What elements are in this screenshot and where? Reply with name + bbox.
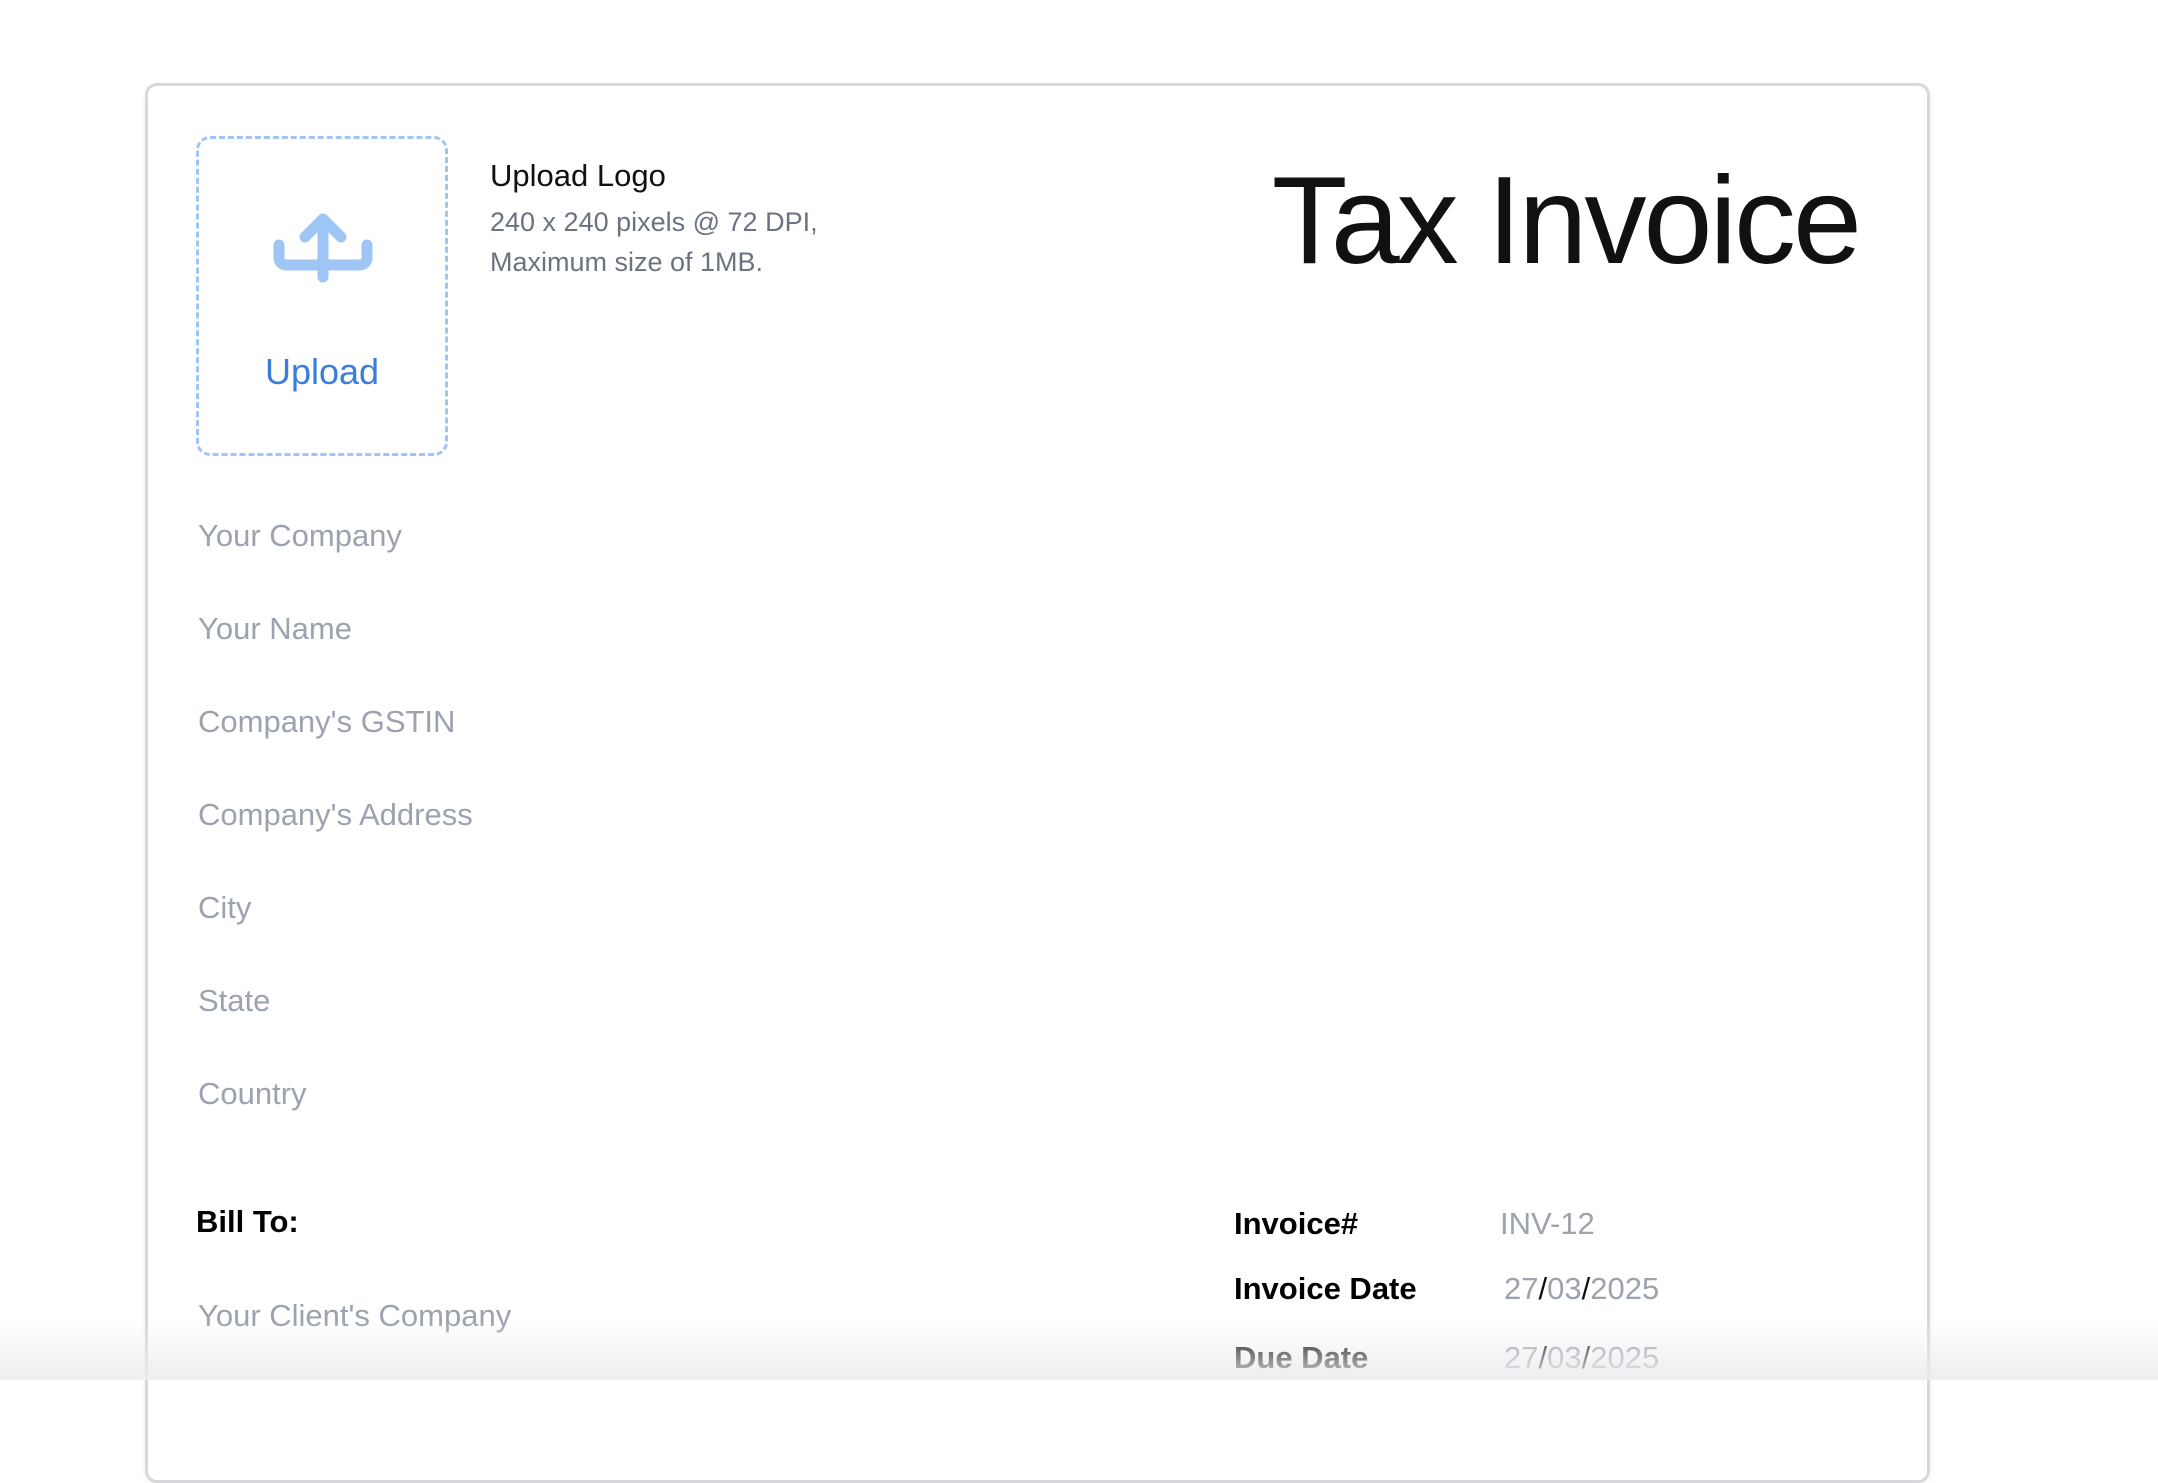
due-date-month[interactable]: 03 bbox=[1547, 1340, 1581, 1375]
upload-label: Upload bbox=[199, 351, 445, 393]
upload-icon bbox=[271, 211, 375, 295]
invoice-number-field[interactable]: INV-12 bbox=[1500, 1206, 1595, 1242]
upload-logo-title: Upload Logo bbox=[490, 158, 666, 194]
country-field[interactable]: Country bbox=[198, 1076, 307, 1112]
upload-logo-desc-line2: Maximum size of 1MB. bbox=[490, 242, 818, 282]
bill-to-heading: Bill To: bbox=[196, 1204, 299, 1240]
invoice-date-field[interactable]: 27/03/2025 bbox=[1504, 1271, 1659, 1307]
date-separator: / bbox=[1538, 1271, 1547, 1306]
client-company-field[interactable]: Your Client's Company bbox=[198, 1298, 511, 1334]
your-name-field[interactable]: Your Name bbox=[198, 611, 352, 647]
due-date-day[interactable]: 27 bbox=[1504, 1340, 1538, 1375]
invoice-date-label: Invoice Date bbox=[1234, 1271, 1417, 1307]
invoice-card: Upload Upload Logo 240 x 240 pixels @ 72… bbox=[145, 83, 1930, 1483]
due-date-label: Due Date bbox=[1234, 1340, 1368, 1376]
invoice-date-year[interactable]: 2025 bbox=[1590, 1271, 1659, 1306]
upload-logo-description: 240 x 240 pixels @ 72 DPI, Maximum size … bbox=[490, 202, 818, 282]
document-title-input[interactable]: Tax Invoice bbox=[1272, 150, 1859, 292]
invoice-date-month[interactable]: 03 bbox=[1547, 1271, 1581, 1306]
invoice-date-day[interactable]: 27 bbox=[1504, 1271, 1538, 1306]
company-gstin-field[interactable]: Company's GSTIN bbox=[198, 704, 455, 740]
company-address-field[interactable]: Company's Address bbox=[198, 797, 473, 833]
date-separator: / bbox=[1582, 1271, 1591, 1306]
state-field[interactable]: State bbox=[198, 983, 270, 1019]
city-field[interactable]: City bbox=[198, 890, 251, 926]
your-company-field[interactable]: Your Company bbox=[198, 518, 402, 554]
upload-logo-desc-line1: 240 x 240 pixels @ 72 DPI, bbox=[490, 202, 818, 242]
date-separator: / bbox=[1582, 1340, 1591, 1375]
due-date-field[interactable]: 27/03/2025 bbox=[1504, 1340, 1659, 1376]
logo-upload-button[interactable]: Upload bbox=[196, 136, 448, 456]
due-date-year[interactable]: 2025 bbox=[1590, 1340, 1659, 1375]
date-separator: / bbox=[1538, 1340, 1547, 1375]
invoice-number-label: Invoice# bbox=[1234, 1206, 1358, 1242]
